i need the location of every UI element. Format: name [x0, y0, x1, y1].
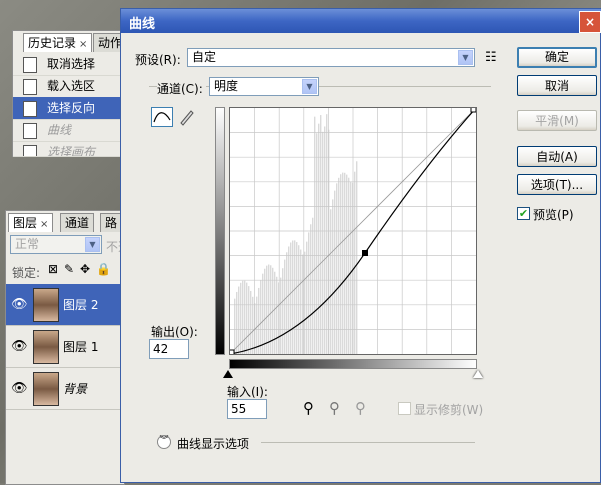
document-icon: [23, 101, 37, 117]
lock-label: 锁定:: [12, 266, 41, 280]
history-panel: 历史记录 × 动作 取消选择 载入选区 选择反向 曲线 选择画布: [12, 30, 134, 157]
channel-label: 通道(C):: [157, 80, 206, 97]
close-icon[interactable]: ×: [40, 219, 48, 230]
history-item-label: 曲线: [47, 123, 72, 137]
black-point-slider[interactable]: [223, 370, 233, 378]
blend-mode-select[interactable]: 正常 ▼: [10, 235, 102, 254]
chevron-down-icon: ▼: [458, 50, 473, 65]
curve-control-point[interactable]: [362, 250, 368, 256]
tab-channels-label: 通道: [65, 216, 90, 230]
lock-transparent-icon[interactable]: ⊠: [48, 262, 58, 276]
tab-channels[interactable]: 通道: [60, 213, 95, 232]
history-item-label: 载入选区: [47, 79, 96, 93]
white-point-slider[interactable]: [473, 370, 483, 378]
eye-icon[interactable]: 👁: [11, 297, 28, 312]
curve-endpoint-white[interactable]: [470, 106, 477, 113]
preset-label: 预设(R):: [135, 53, 181, 67]
black-eyedropper-icon[interactable]: ⚲: [303, 399, 314, 417]
output-label: 输出(O):: [151, 325, 198, 339]
histogram: [234, 114, 358, 355]
layer-name: 图层 2: [63, 298, 99, 312]
tab-paths-label: 路径: [105, 216, 118, 230]
gray-eyedropper-icon[interactable]: ⚲: [329, 399, 340, 417]
preset-options-icon[interactable]: ☷: [485, 50, 497, 65]
history-item-label: 取消选择: [47, 57, 96, 71]
layer-row[interactable]: 👁 背景: [6, 368, 124, 410]
curve-endpoint-black[interactable]: [228, 349, 235, 356]
curves-dialog: 曲线 × 预设(R): 自定 ▼ ☷ 通道(C): 明度 ▼ 输出(O): 42…: [120, 8, 601, 483]
white-eyedropper-icon[interactable]: ⚲: [355, 399, 366, 417]
lock-move-icon[interactable]: ✥: [80, 262, 90, 276]
lock-brush-icon[interactable]: ✎: [64, 262, 74, 276]
cancel-button[interactable]: 取消: [517, 75, 597, 96]
layer-name: 背景: [63, 382, 88, 396]
history-item[interactable]: 选择画布: [13, 141, 133, 157]
close-icon[interactable]: ×: [579, 11, 601, 33]
document-icon: [23, 123, 37, 139]
layer-thumbnail: [33, 288, 59, 322]
preset-value: 自定: [192, 50, 217, 64]
preview-label: 预览(P): [533, 208, 574, 222]
options-button[interactable]: 选项(T)...: [517, 174, 597, 195]
layer-thumbnail: [33, 372, 59, 406]
input-label: 输入(I):: [227, 385, 268, 399]
lock-all-icon[interactable]: 🔒: [96, 262, 111, 276]
preset-select[interactable]: 自定 ▼: [187, 48, 475, 67]
history-item-selected[interactable]: 选择反向: [13, 97, 133, 120]
channel-value: 明度: [214, 79, 239, 93]
curve-svg: [228, 106, 477, 356]
preview-checkbox[interactable]: ✔: [517, 207, 530, 220]
show-clipping-checkbox[interactable]: [398, 402, 411, 415]
close-icon[interactable]: ×: [79, 39, 87, 50]
channel-select[interactable]: 明度 ▼: [209, 77, 319, 96]
tab-actions-label: 动作: [98, 36, 123, 50]
tab-layers[interactable]: 图层 ×: [8, 213, 54, 232]
eye-icon[interactable]: 👁: [11, 381, 28, 396]
pencil-tool[interactable]: [177, 107, 197, 127]
eye-icon[interactable]: 👁: [11, 339, 28, 354]
curve-display-options-label[interactable]: 曲线显示选项: [177, 435, 249, 452]
tab-history-label: 历史记录: [28, 36, 77, 50]
curve-point-tool[interactable]: [151, 107, 173, 127]
layers-panel: 图层× 通道 路径 正常 ▼ 不透 锁定: ⊠ ✎ ✥ 🔒 👁 图层 2 👁 图…: [5, 210, 130, 485]
document-icon: [23, 145, 37, 156]
layer-row-selected[interactable]: 👁 图层 2: [6, 284, 124, 326]
display-options-divider: [261, 442, 475, 443]
input-field[interactable]: 55: [227, 399, 267, 419]
output-value: 42: [153, 342, 169, 356]
output-gradient-bar: [215, 107, 225, 355]
blend-mode-value: 正常: [15, 237, 40, 251]
pencil-icon: [180, 110, 194, 126]
tab-history[interactable]: 历史记录 ×: [23, 33, 93, 52]
dialog-title: 曲线: [129, 17, 156, 32]
history-item-label: 选择反向: [47, 101, 96, 115]
chevron-down-icon: ▼: [302, 79, 317, 94]
history-item-label: 选择画布: [47, 145, 96, 157]
history-item[interactable]: 取消选择: [13, 53, 133, 76]
chevron-down-icon: ▼: [85, 237, 100, 252]
document-icon: [23, 57, 37, 73]
layer-name: 图层 1: [63, 340, 99, 354]
curve-tool-icon: [153, 112, 171, 123]
auto-button[interactable]: 自动(A): [517, 146, 597, 167]
document-icon: [23, 79, 37, 95]
ok-button[interactable]: 确定: [517, 47, 597, 68]
output-field[interactable]: 42: [149, 339, 189, 359]
show-clipping-label: 显示修剪(W): [414, 403, 484, 417]
layer-row[interactable]: 👁 图层 1: [6, 326, 124, 368]
input-value: 55: [231, 402, 247, 416]
layer-thumbnail: [33, 330, 59, 364]
history-item[interactable]: 曲线: [13, 119, 133, 142]
chevron-expand-icon[interactable]: ︾: [157, 435, 171, 449]
curve-graph[interactable]: [228, 106, 477, 356]
history-item[interactable]: 载入选区: [13, 75, 133, 98]
tab-layers-label: 图层: [13, 216, 38, 230]
smooth-button[interactable]: 平滑(M): [517, 110, 597, 131]
input-gradient-bar: [229, 359, 477, 369]
dialog-titlebar[interactable]: 曲线 ×: [121, 9, 601, 33]
